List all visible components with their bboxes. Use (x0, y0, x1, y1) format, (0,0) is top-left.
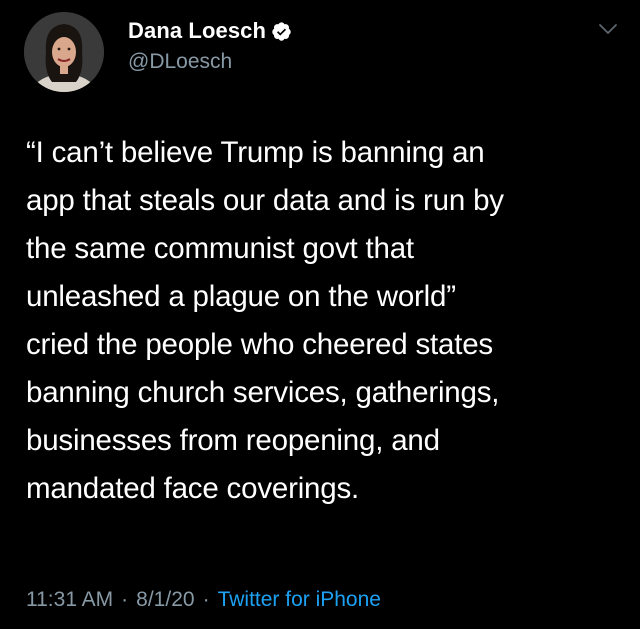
meta-separator: · (121, 588, 129, 611)
tweet-text: “I can’t believe Trump is banning an app… (26, 136, 504, 505)
tweet-date[interactable]: 8/1/20 (136, 588, 194, 612)
chevron-down-icon[interactable] (598, 22, 618, 36)
author-name-row: Dana Loesch (128, 16, 292, 46)
tweet-time[interactable]: 11:31 AM (26, 588, 113, 612)
meta-separator: · (202, 588, 210, 611)
author-display-name[interactable]: Dana Loesch (128, 18, 266, 44)
profile-photo-icon (24, 12, 104, 92)
verified-badge-icon (272, 21, 291, 41)
author-handle[interactable]: @DLoesch (128, 50, 232, 74)
tweet-source-link[interactable]: Twitter for iPhone (218, 588, 381, 612)
tweet-card: Dana Loesch @DLoesch “I can’t believe Tr… (0, 0, 640, 629)
author-avatar[interactable] (24, 12, 104, 92)
tweet-meta: 11:31 AM · 8/1/20 · Twitter for iPhone (26, 588, 381, 612)
